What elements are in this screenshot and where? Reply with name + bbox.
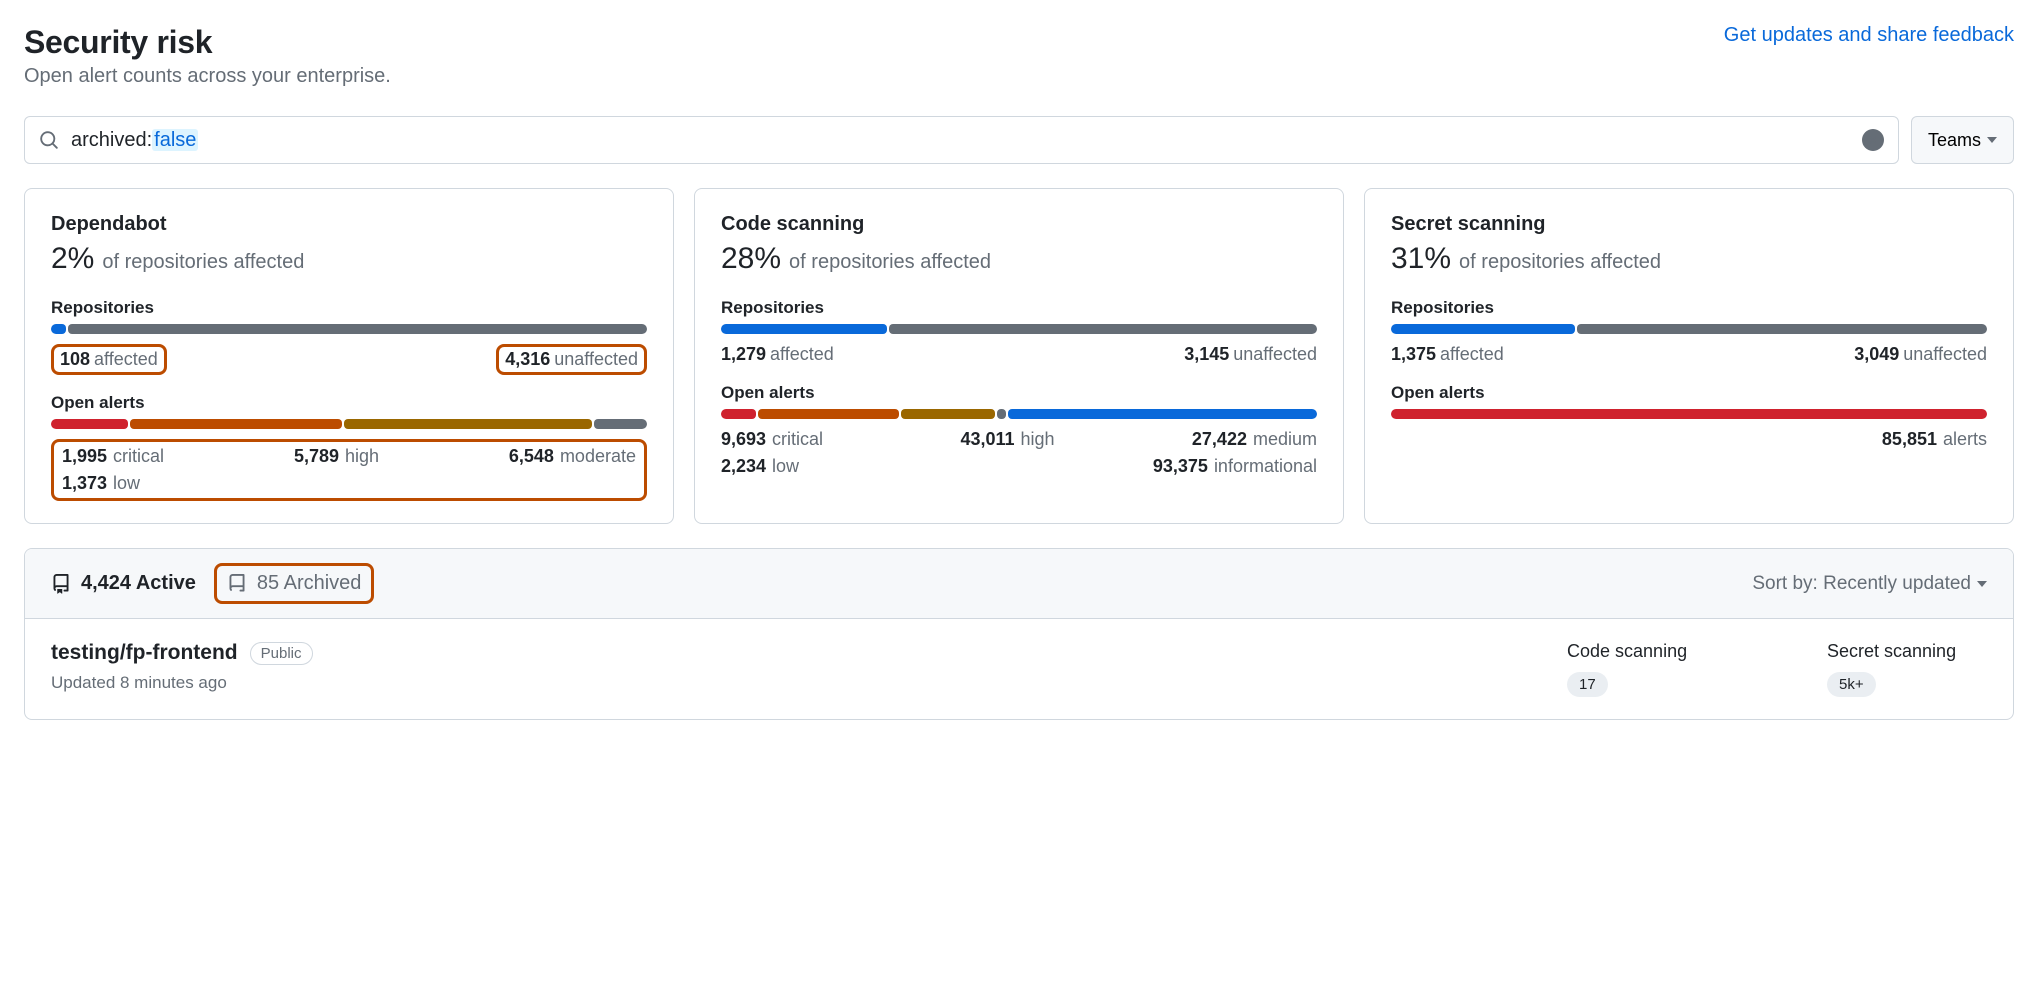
- alerts-label: Open alerts: [721, 383, 1317, 403]
- tab-active[interactable]: 4,424 Active: [51, 572, 196, 595]
- code-scanning-alerts-bar: [721, 409, 1317, 419]
- dependabot-alerts-highlight[interactable]: 1,995critical 5,789high 6,548moderate 1,…: [51, 439, 647, 501]
- repos-label: Repositories: [51, 298, 647, 318]
- code-scanning-affected[interactable]: 1,279affected: [721, 344, 834, 365]
- dependabot-percent: 2%: [51, 242, 94, 276]
- secret-scanning-card: Secret scanning 31% of repositories affe…: [1364, 188, 2014, 524]
- code-scanning-percent: 28%: [721, 242, 781, 276]
- close-icon: [1867, 134, 1879, 146]
- card-title: Code scanning: [721, 213, 1317, 236]
- secret-scanning-affected[interactable]: 1,375affected: [1391, 344, 1504, 365]
- secret-scanning-percent: 31%: [1391, 242, 1451, 276]
- sort-dropdown[interactable]: Sort by: Recently updated: [1752, 573, 1987, 595]
- teams-dropdown[interactable]: Teams: [1911, 116, 2014, 164]
- search-input[interactable]: archived:false: [24, 116, 1899, 164]
- archive-icon: [227, 574, 247, 594]
- card-title: Secret scanning: [1391, 213, 1987, 236]
- visibility-badge: Public: [250, 642, 313, 665]
- clear-search-button[interactable]: [1862, 129, 1884, 151]
- teams-label: Teams: [1928, 130, 1981, 151]
- code-scanning-repos-bar: [721, 324, 1317, 334]
- code-scanning-unaffected[interactable]: 3,145unaffected: [1184, 344, 1317, 365]
- card-title: Dependabot: [51, 213, 647, 236]
- secret-scanning-count[interactable]: 5k+: [1827, 672, 1876, 697]
- count-label: Secret scanning: [1827, 641, 1987, 662]
- dependabot-affected-highlight[interactable]: 108affected: [51, 344, 167, 375]
- chevron-down-icon: [1987, 137, 1997, 143]
- secret-scanning-unaffected[interactable]: 3,049unaffected: [1854, 344, 1987, 365]
- dependabot-unaffected-highlight[interactable]: 4,316unaffected: [496, 344, 647, 375]
- feedback-link[interactable]: Get updates and share feedback: [1724, 24, 2014, 47]
- search-query: archived:false: [59, 129, 1862, 152]
- percent-label: of repositories affected: [789, 251, 991, 274]
- secret-scanning-total[interactable]: 85,851alerts: [1882, 429, 1987, 450]
- repository-list: 4,424 Active 85 Archived Sort by: Recent…: [24, 548, 2014, 720]
- search-icon: [39, 130, 59, 150]
- code-scanning-card: Code scanning 28% of repositories affect…: [694, 188, 1344, 524]
- repos-label: Repositories: [1391, 298, 1987, 318]
- search-query-value: false: [152, 129, 198, 151]
- cs-low[interactable]: 2,234low: [721, 456, 799, 477]
- code-scanning-count[interactable]: 17: [1567, 672, 1608, 697]
- cs-info[interactable]: 93,375informational: [1153, 456, 1317, 477]
- dependabot-alerts-bar: [51, 419, 647, 429]
- repos-label: Repositories: [721, 298, 1317, 318]
- secret-scanning-repos-bar: [1391, 324, 1987, 334]
- cs-critical[interactable]: 9,693critical: [721, 429, 823, 450]
- tab-archived-highlight[interactable]: 85 Archived: [214, 563, 375, 604]
- alerts-label: Open alerts: [1391, 383, 1987, 403]
- search-query-key: archived:: [71, 129, 152, 151]
- dependabot-repos-bar: [51, 324, 647, 334]
- repo-icon: [51, 574, 71, 594]
- tab-archived-label: 85 Archived: [257, 572, 362, 595]
- repo-name[interactable]: testing/fp-frontend: [51, 641, 238, 665]
- sort-label: Sort by: Recently updated: [1752, 573, 1971, 595]
- cs-high[interactable]: 43,011high: [960, 429, 1054, 450]
- percent-label: of repositories affected: [102, 251, 304, 274]
- repository-row[interactable]: testing/fp-frontend Public Updated 8 min…: [25, 619, 2013, 719]
- tab-archived[interactable]: 85 Archived: [227, 572, 362, 595]
- cs-medium[interactable]: 27,422medium: [1192, 429, 1317, 450]
- percent-label: of repositories affected: [1459, 251, 1661, 274]
- row-secret-scanning: Secret scanning 5k+: [1827, 641, 1987, 697]
- count-label: Code scanning: [1567, 641, 1727, 662]
- row-code-scanning: Code scanning 17: [1567, 641, 1727, 697]
- alerts-label: Open alerts: [51, 393, 647, 413]
- updated-text: Updated 8 minutes ago: [51, 673, 1567, 693]
- chevron-down-icon: [1977, 581, 1987, 587]
- page-title: Security risk: [24, 24, 212, 61]
- dependabot-card: Dependabot 2% of repositories affected R…: [24, 188, 674, 524]
- tab-active-label: 4,424 Active: [81, 572, 196, 595]
- secret-scanning-alerts-bar: [1391, 409, 1987, 419]
- page-subtitle: Open alert counts across your enterprise…: [24, 65, 2014, 88]
